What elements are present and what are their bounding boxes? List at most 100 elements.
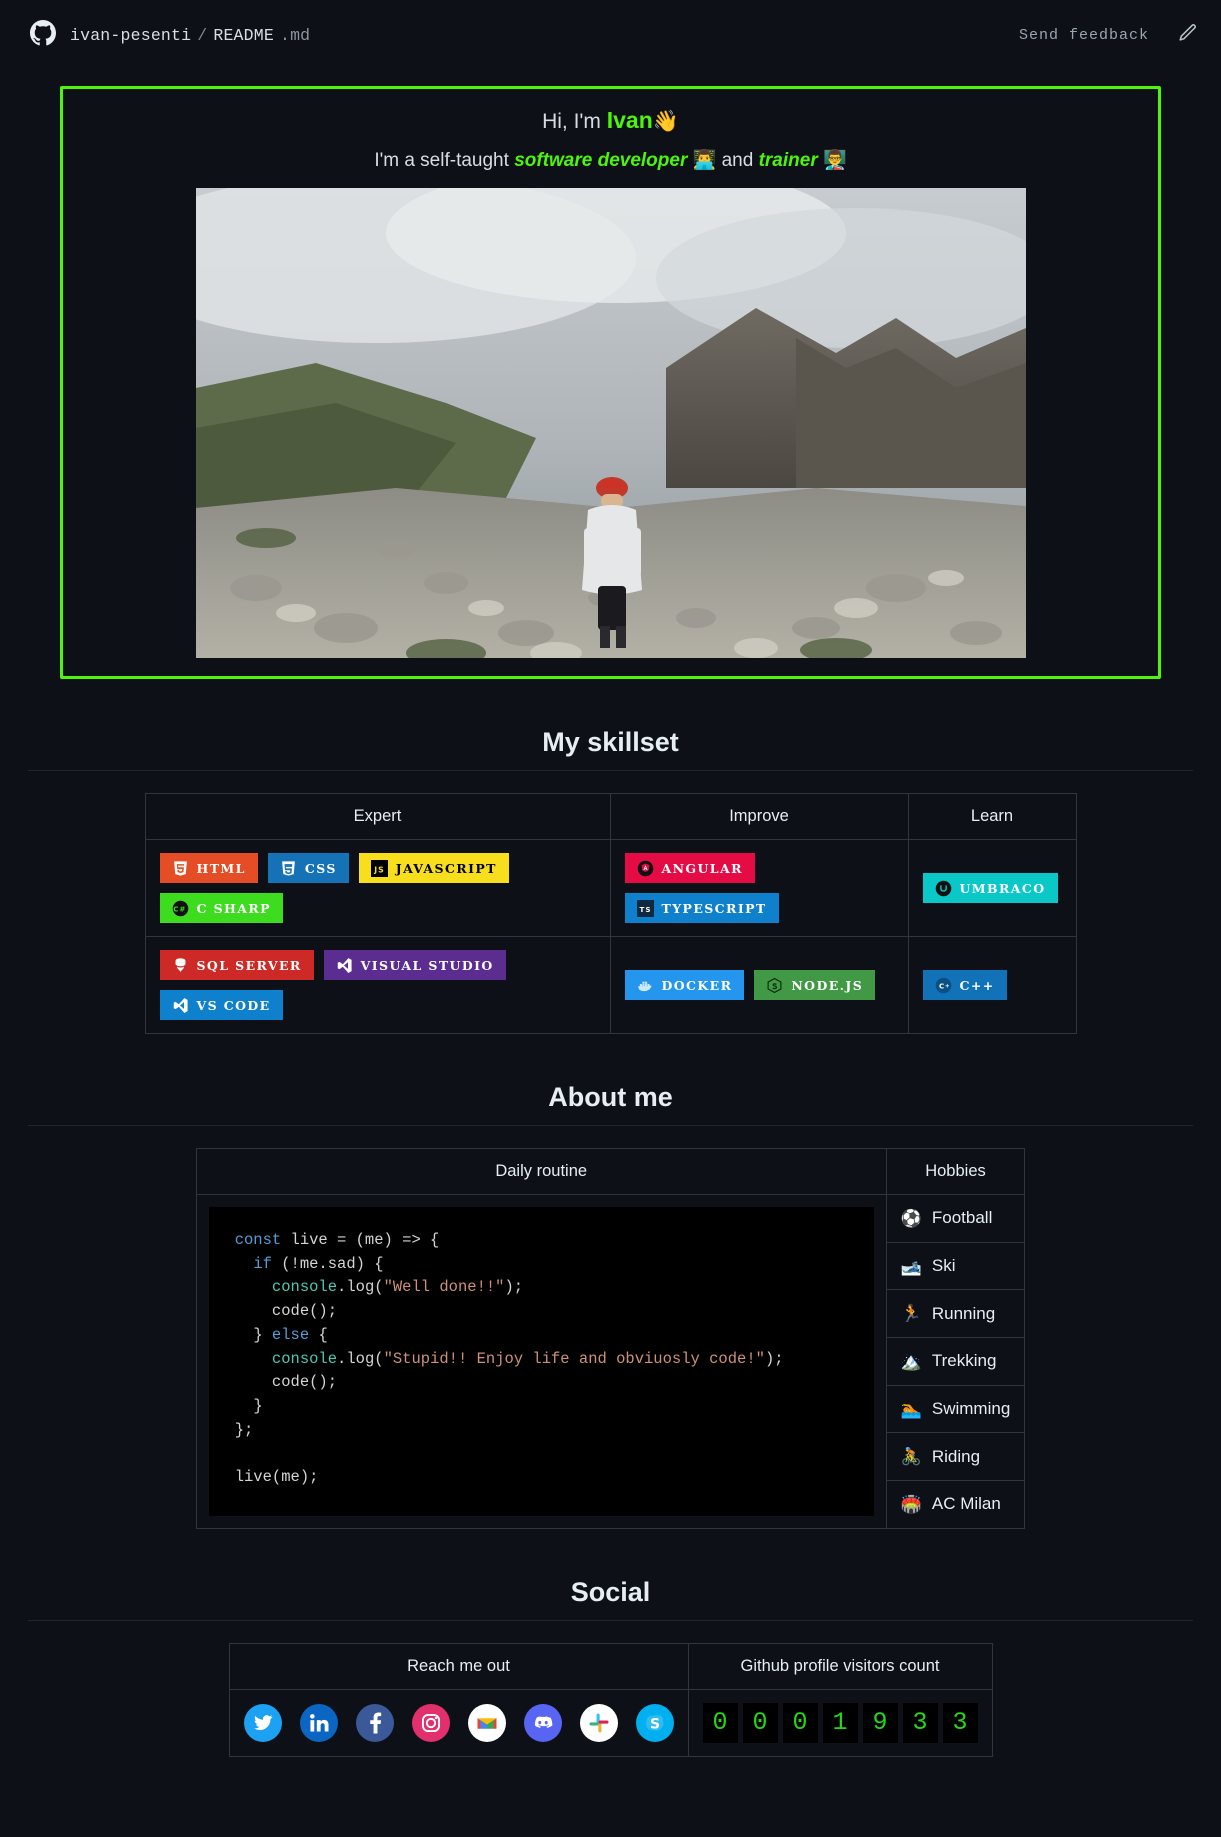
table-row: S 0001933 [228,1688,993,1757]
visitor-digit-0: 0 [702,1702,738,1743]
hero-greeting: Hi, I'm Ivan👋 [63,107,1158,134]
mountain-icon: 🏔️ [900,1351,922,1371]
ski-icon: 🎿 [900,1256,922,1276]
social-divider [28,1619,1193,1621]
umbraco-icon [935,880,952,897]
visitors-counter-cell: 0001933 [687,1688,993,1757]
breadcrumb-file[interactable]: README [213,26,274,45]
skillset-header-row: Expert Improve Learn [144,793,1077,840]
breadcrumb-separator: / [197,25,208,45]
list-item: 🎿 Ski [901,1256,1011,1276]
skillset-cell-learn-row2: C + C++ [907,936,1077,1034]
hero-banner: Hi, I'm Ivan👋 I'm a self-taught software… [60,86,1161,679]
skype-icon[interactable]: S [635,1703,674,1742]
top-bar-actions: Send feedback [1019,22,1199,49]
slack-icon[interactable] [579,1703,618,1742]
breadcrumb-owner[interactable]: ivan-pesenti [70,26,191,45]
social-header-visitors: Github profile visitors count [687,1642,993,1690]
facebook-icon[interactable] [355,1703,394,1742]
hobby-label: Riding [931,1446,981,1466]
skillset-table: Expert Improve Learn HTML CSS JS JAVASCRIPT… [144,793,1077,1034]
badge-label: C++ [959,977,995,993]
pencil-icon[interactable] [1177,22,1199,49]
stadium-icon: 🏟️ [900,1494,922,1514]
badge-vs-code[interactable]: VS CODE [159,990,283,1020]
skillset-header-learn: Learn [907,793,1077,840]
about-header-row: Daily routine Hobbies [195,1148,1026,1195]
hobby-label: Running [931,1303,996,1323]
css3-icon [280,860,297,877]
csharp-icon: C# [172,900,189,917]
hero-greeting-prefix: Hi, I'm [542,110,607,133]
twitter-icon[interactable] [243,1703,282,1742]
discord-icon[interactable] [523,1703,562,1742]
badge-label: SQL SERVER [196,957,302,973]
badge-label: JAVASCRIPT [395,860,497,876]
badge-label: DOCKER [661,977,733,993]
skillset-divider [28,770,1193,771]
badge-c-sharp[interactable]: C# C SHARP [159,893,283,923]
hero-photo [195,188,1026,658]
table-row: HTML CSS JS JAVASCRIPT C# C SHARP ANGULAR TS TY… [144,839,1077,937]
runner-icon: 🏃 [900,1304,922,1324]
skillset-cell-learn-row1: UMBRACO [907,839,1077,937]
badge-label: UMBRACO [959,880,1046,896]
svg-text:JS: JS [373,865,384,874]
hobby-cell-4: 🏊 Swimming [885,1384,1026,1434]
list-item: 🏃 Running [901,1304,1011,1324]
hobby-label: Trekking [931,1351,997,1371]
badge-c[interactable]: C + C++ [922,970,1007,1000]
badge-node-js[interactable]: NODE.JS [754,970,876,1000]
about-divider [28,1125,1193,1126]
soccer-ball-icon: ⚽ [900,1208,922,1228]
about-table: Daily routine Hobbies const live = (me) … [195,1148,1026,1529]
badge-label: CSS [304,860,337,876]
gmail-icon[interactable] [467,1703,506,1742]
hero-subtitle-prefix: I'm a self-taught [374,150,515,171]
hero-subtitle: I'm a self-taught software developer 👨‍💻… [63,148,1158,172]
badge-label: NODE.JS [791,977,864,993]
skillset-header-expert: Expert [144,793,611,840]
vscode-icon [172,997,189,1014]
skillset-header-improve: Improve [609,793,909,840]
about-header-daily-routine: Daily routine [195,1148,887,1195]
badge-label: C SHARP [196,900,271,916]
badge-docker[interactable]: DOCKER [624,970,745,1000]
about-title: About me [548,1082,673,1112]
badge-sql-server[interactable]: SQL SERVER [159,950,314,980]
social-title: Social [570,1576,651,1607]
list-item: 🏟️ AC Milan [901,1494,1011,1514]
list-item: 🚴 Riding [901,1447,1011,1467]
table-row: const live = (me) => { if (!me.sad) { co… [195,1194,1026,1529]
badge-typescript[interactable]: TS TYPESCRIPT [624,893,779,923]
table-row: SQL SERVER VISUAL STUDIO VS CODE DOCKER NOD… [144,936,1077,1034]
hero-subtitle-mid: and [716,150,759,171]
badge-javascript[interactable]: JS JAVASCRIPT [358,853,509,883]
badge-label: VS CODE [196,997,271,1013]
hobby-cell-3: 🏔️ Trekking [885,1337,1026,1386]
visitor-digit-3: 1 [822,1702,858,1743]
instagram-icon[interactable] [411,1703,450,1742]
breadcrumb-extension: .md [279,25,311,45]
visualstudio-icon [336,957,353,974]
badge-html[interactable]: HTML [159,853,258,883]
cyclist-icon: 🚴 [900,1447,922,1467]
social-header-reach-me-out: Reach me out [228,1642,689,1690]
skillset-title: My skillset [542,727,679,757]
hero-role-developer: software developer [514,150,688,171]
badge-angular[interactable]: ANGULAR [624,853,755,883]
send-feedback-button[interactable]: Send feedback [1019,27,1149,44]
github-octocat-icon [30,19,56,51]
hobby-cell-1: 🎿 Ski [885,1241,1026,1291]
badge-label: TYPESCRIPT [661,900,767,916]
list-item: 🏔️ Trekking [901,1351,1011,1371]
linkedin-icon[interactable] [299,1703,338,1742]
visitor-digit-4: 9 [862,1702,898,1743]
badge-umbraco[interactable]: UMBRACO [922,873,1058,903]
visitor-digit-1: 0 [742,1702,778,1743]
svg-text:+: + [944,983,950,989]
breadcrumb[interactable]: ivan-pesenti / README .md [70,26,310,45]
badge-visual-studio[interactable]: VISUAL STUDIO [323,950,506,980]
social-table: Reach me out Github profile visitors cou… [228,1642,993,1757]
badge-css[interactable]: CSS [267,853,349,883]
